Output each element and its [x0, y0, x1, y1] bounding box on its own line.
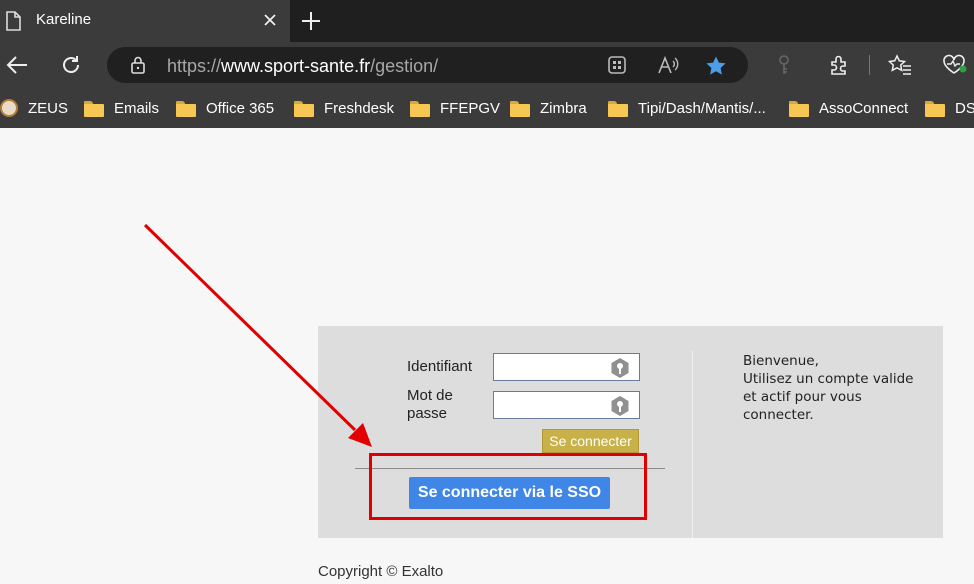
arrow-shaft [143, 223, 357, 432]
annotation-arrow [143, 223, 372, 447]
